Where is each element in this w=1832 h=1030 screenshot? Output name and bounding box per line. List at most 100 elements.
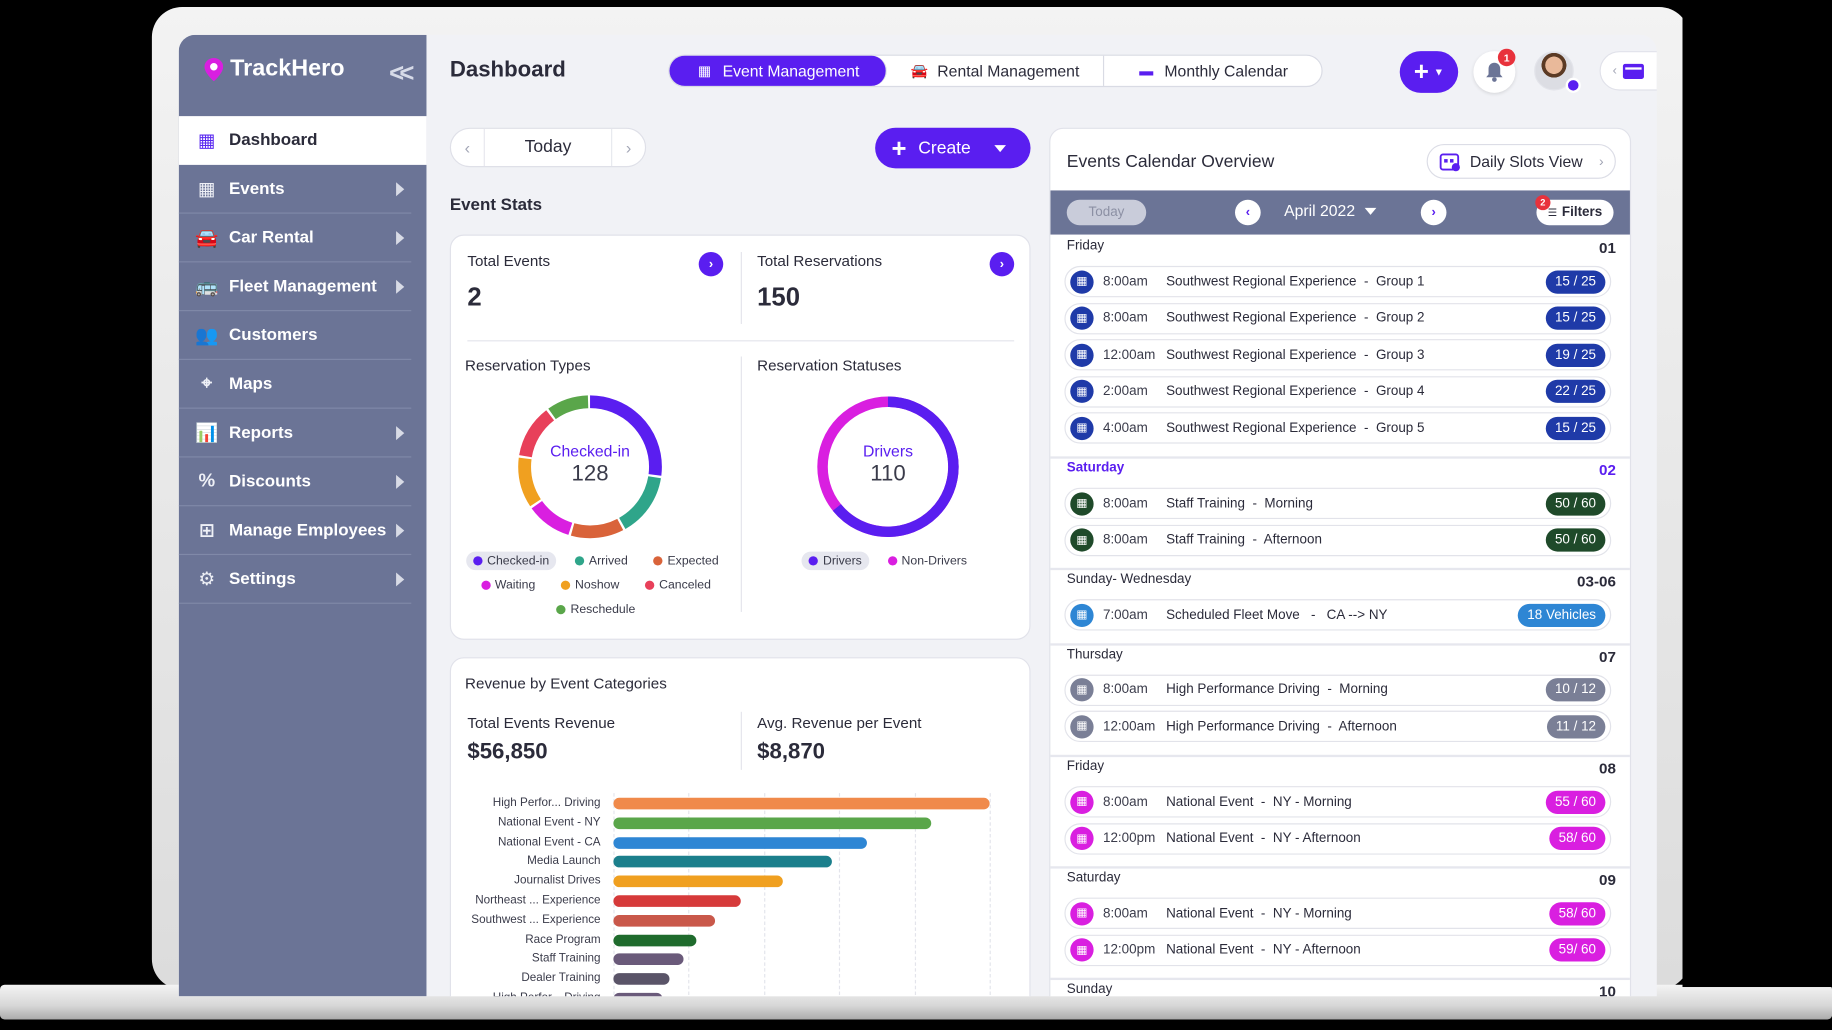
sidebar-item-manage-employees[interactable]: ⊞ Manage Employees bbox=[178, 506, 412, 556]
bar[interactable] bbox=[613, 817, 932, 829]
sidebar-item-label: Dashboard bbox=[229, 131, 318, 150]
month-selector[interactable]: April 2022 bbox=[1284, 202, 1377, 219]
event-name: Southwest Regional Experience - Group 2 bbox=[1166, 311, 1425, 326]
org-chart-icon: ⊞ bbox=[198, 520, 215, 541]
legend-item-canceled[interactable]: Canceled bbox=[638, 576, 718, 595]
next-day-icon[interactable]: › bbox=[612, 129, 645, 166]
sidebar-item-dashboard[interactable]: ▦ Dashboard bbox=[178, 116, 427, 165]
bar[interactable] bbox=[613, 934, 697, 946]
legend-item-expected[interactable]: Expected bbox=[646, 552, 725, 571]
day-name: Friday bbox=[1066, 759, 1105, 774]
revenue-bar-chart: High Perfor... Driving National Event - N… bbox=[451, 793, 1029, 997]
legend-item-noshow[interactable]: Noshow bbox=[554, 576, 626, 595]
legend-item-non-drivers[interactable]: Non-Drivers bbox=[881, 552, 974, 571]
bar[interactable] bbox=[613, 992, 663, 997]
next-month-icon[interactable]: › bbox=[1420, 199, 1447, 226]
calendar-event[interactable]: ▦ 2:00am Southwest Regional Experience - G… bbox=[1064, 375, 1612, 408]
calendar-event[interactable]: ▦ 4:00am Southwest Regional Experience - G… bbox=[1064, 412, 1612, 445]
event-calendar-icon: ▦ bbox=[1070, 901, 1094, 926]
bar[interactable] bbox=[613, 836, 868, 849]
legend-swatch bbox=[480, 580, 491, 590]
avatar-menu-icon bbox=[1565, 77, 1581, 93]
types-center: Checked-in 128 bbox=[516, 442, 663, 487]
legend-item-arrived[interactable]: Arrived bbox=[568, 552, 635, 571]
brand-logo[interactable]: TrackHero bbox=[204, 56, 344, 83]
bar-label: Southwest ... Experience bbox=[471, 913, 601, 927]
bar[interactable] bbox=[613, 875, 783, 888]
prev-month-icon[interactable]: ‹ bbox=[1234, 199, 1261, 226]
sidebar-item-reports[interactable]: 📊 Reports bbox=[178, 409, 412, 458]
legend-item-waiting[interactable]: Waiting bbox=[474, 576, 542, 595]
calendar-event[interactable]: ▦ 8:00am National Event - NY - Morning 55 /… bbox=[1064, 786, 1612, 818]
background-right bbox=[1682, 0, 1832, 988]
sidebar-item-discounts[interactable]: % Discounts bbox=[178, 458, 412, 507]
calendar-icon bbox=[1622, 63, 1644, 79]
calendar-today-button[interactable]: Today bbox=[1066, 199, 1147, 226]
day-date: 02 bbox=[1598, 460, 1616, 479]
sidebar-item-car-rental[interactable]: 🚘 Car Rental bbox=[178, 214, 412, 263]
legend-item-checked-in[interactable]: Checked-in bbox=[466, 551, 557, 571]
prev-day-icon[interactable]: ‹ bbox=[451, 129, 484, 166]
calendar-event[interactable]: ▦ 8:00am Staff Training - Morning 50 / 60 bbox=[1064, 487, 1612, 520]
reservation-types-legend: Checked-in Arrived Expected Waiting Noshow Ca… bbox=[460, 551, 731, 619]
sidebar-nav: ▦ Dashboard ▦ Events 🚘 Car Rental 🚌 Fleet Manag… bbox=[178, 116, 427, 604]
collapse-sidebar-icon[interactable]: << bbox=[389, 58, 414, 88]
event-capacity-badge: 58/ 60 bbox=[1549, 901, 1606, 926]
bar[interactable] bbox=[613, 973, 670, 985]
bar[interactable] bbox=[613, 953, 684, 966]
calendar-event[interactable]: ▦ 8:00am Southwest Regional Experience - G… bbox=[1064, 302, 1612, 334]
total-reservations-arrow-icon[interactable]: › bbox=[989, 251, 1015, 277]
sidebar-item-label: Discounts bbox=[229, 472, 311, 491]
tab-rental-management[interactable]: 🚘 Rental Management bbox=[887, 55, 1105, 86]
day-name: Sunday bbox=[1066, 982, 1113, 997]
filters-button[interactable]: 2 ☰ Filters bbox=[1535, 195, 1614, 226]
sidebar-item-label: Settings bbox=[229, 569, 296, 589]
legend-item-drivers[interactable]: Drivers bbox=[801, 551, 869, 571]
calendar-event[interactable]: ▦ 12:00pm National Event - NY - Afternoon 5… bbox=[1064, 934, 1612, 966]
tab-event-management[interactable]: ▦ Event Management bbox=[669, 55, 887, 86]
event-name: National Event - NY - Morning bbox=[1166, 906, 1352, 921]
create-button[interactable]: + Create bbox=[875, 127, 1031, 169]
bar[interactable] bbox=[613, 895, 742, 907]
chart-icon: 📊 bbox=[195, 423, 219, 443]
legend-swatch bbox=[645, 580, 655, 590]
calendar-event[interactable]: ▦ 7:00am Scheduled Fleet Move - CA --> NY 1… bbox=[1064, 599, 1612, 631]
calendar-toggle-button[interactable]: ‹ bbox=[1599, 51, 1657, 91]
calendar-event[interactable]: ▦ 8:00am National Event - NY - Morning 58/ … bbox=[1064, 897, 1612, 930]
module-tabs: ▦ Event Management 🚘 Rental Management ▬ Mont… bbox=[668, 54, 1323, 88]
sidebar-item-customers[interactable]: 👥 Customers bbox=[178, 311, 412, 360]
calendar-event[interactable]: ▦ 12:00am Southwest Regional Experience - … bbox=[1064, 339, 1612, 371]
event-time: 8:00am bbox=[1102, 496, 1148, 511]
quick-add-button[interactable]: + ▼ bbox=[1399, 51, 1459, 93]
calendar-event[interactable]: ▦ 8:00am Staff Training - Afternoon 50 / 60 bbox=[1064, 524, 1612, 556]
calendar-event[interactable]: ▦ 8:00am Southwest Regional Experience - G… bbox=[1064, 265, 1612, 298]
tab-monthly-calendar[interactable]: ▬ Monthly Calendar bbox=[1104, 56, 1321, 86]
day-header: Friday 08 bbox=[1067, 759, 1616, 776]
sidebar-item-events[interactable]: ▦ Events bbox=[178, 165, 412, 214]
total-events-arrow-icon[interactable]: › bbox=[698, 251, 724, 277]
sidebar-item-maps[interactable]: ⌖ Maps bbox=[178, 360, 412, 409]
bar[interactable] bbox=[613, 914, 715, 927]
events-calendar-panel: Events Calendar Overview Daily Slots Vie… bbox=[1049, 127, 1632, 997]
bar[interactable] bbox=[613, 856, 832, 868]
total-events-value: 2 bbox=[467, 282, 482, 312]
calendar-event[interactable]: ▦ 8:00am High Performance Driving - Mornin… bbox=[1064, 674, 1612, 706]
notifications-button[interactable]: 1 bbox=[1473, 48, 1516, 93]
user-avatar[interactable] bbox=[1534, 51, 1581, 93]
event-name: High Performance Driving - Afternoon bbox=[1166, 719, 1397, 734]
calendar-event[interactable]: ▦ 12:00pm National Event - NY - Afternoon 5… bbox=[1064, 822, 1612, 855]
bar-label: Dealer Training bbox=[521, 972, 601, 985]
event-calendar-icon: ▦ bbox=[1070, 603, 1094, 627]
daily-slots-view-button[interactable]: Daily Slots View › bbox=[1426, 143, 1616, 179]
event-calendar-icon: ▦ bbox=[1070, 306, 1094, 330]
bar[interactable] bbox=[613, 797, 990, 810]
legend-item-reschedule[interactable]: Reschedule bbox=[549, 600, 642, 619]
legend-label: Arrived bbox=[588, 553, 628, 568]
map-pin-icon: ⌖ bbox=[201, 373, 213, 394]
sidebar-item-settings[interactable]: ⚙ Settings bbox=[178, 555, 412, 604]
caret-right-icon bbox=[396, 572, 405, 587]
calendar-event[interactable]: ▦ 12:00am High Performance Driving - After… bbox=[1064, 711, 1612, 743]
day-header: Saturday 02 bbox=[1067, 461, 1616, 478]
sidebar-item-fleet-management[interactable]: 🚌 Fleet Management bbox=[178, 262, 412, 312]
today-button[interactable]: Today bbox=[483, 128, 613, 167]
